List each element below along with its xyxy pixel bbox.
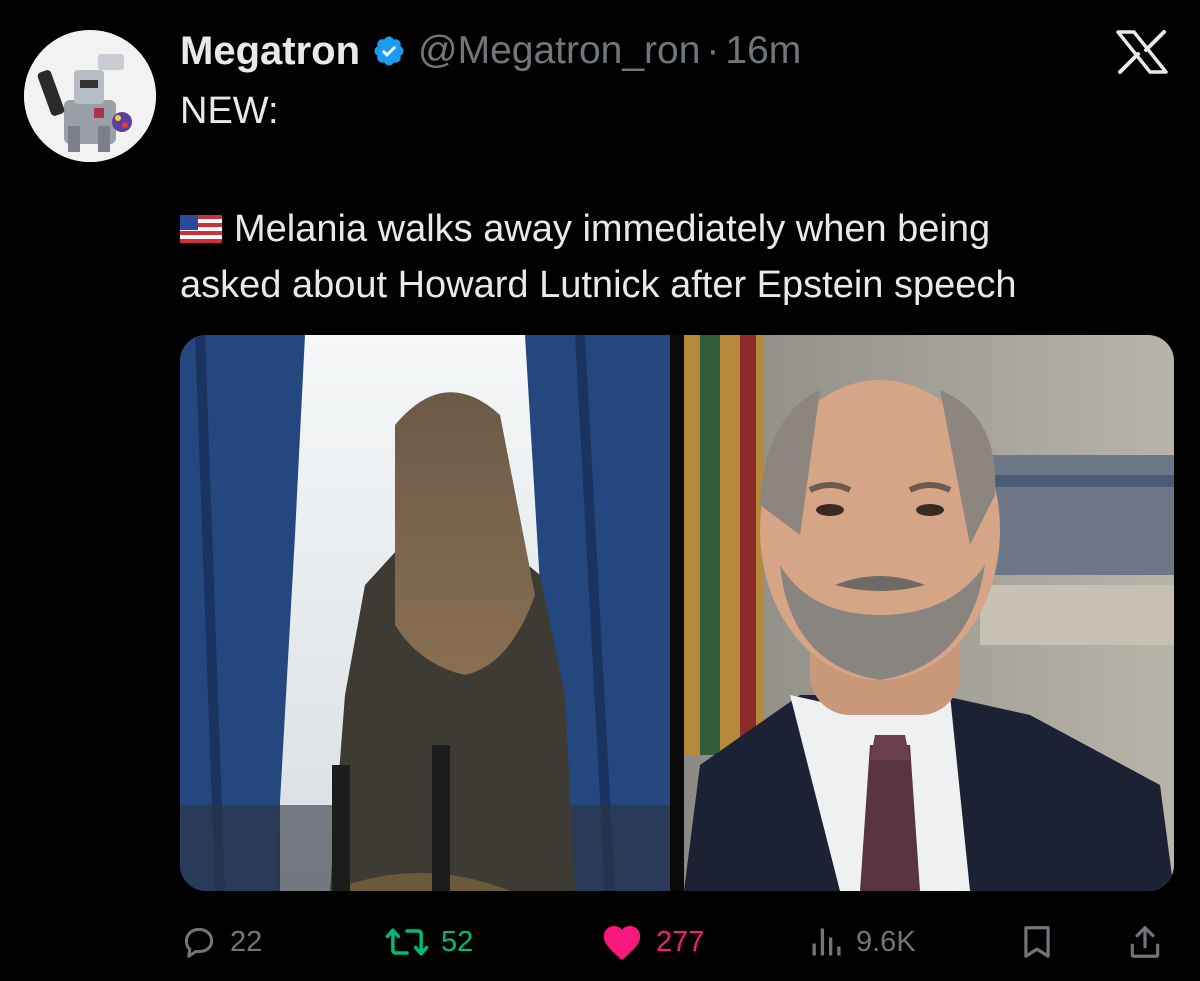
verified-badge-icon [372, 34, 406, 68]
tweet-text-line: asked about Howard Lutnick after Epstein… [180, 264, 1017, 306]
tweet-text-line: NEW: [180, 90, 279, 132]
author-display-name[interactable]: Megatron [180, 29, 360, 74]
share-button[interactable] [1126, 916, 1164, 968]
man-portrait-photo[interactable] [684, 335, 1174, 891]
author-avatar[interactable] [24, 30, 156, 162]
tweet-text-line: Melania walks away immediately when bein… [180, 206, 990, 252]
reply-count: 22 [230, 925, 263, 958]
bookmark-icon [1018, 922, 1056, 962]
views-button[interactable]: 9.6K [808, 916, 916, 968]
retweet-count: 52 [441, 925, 474, 958]
like-button[interactable]: 277 [600, 916, 704, 968]
reply-button[interactable]: 22 [180, 916, 262, 968]
like-count: 277 [656, 925, 705, 958]
megatron-avatar-image [24, 30, 156, 162]
views-count: 9.6K [856, 925, 916, 958]
reply-icon [180, 923, 218, 961]
tweet-text-content: Melania walks away immediately when bein… [234, 208, 991, 250]
analytics-bar-icon [808, 924, 844, 960]
woman-walking-away-photo[interactable] [180, 335, 670, 891]
tweet-media[interactable] [180, 335, 1174, 891]
tweet-action-bar: 22 52 277 9.6K [180, 916, 1174, 968]
author-handle[interactable]: @Megatron_ron [418, 29, 700, 73]
share-icon [1126, 922, 1164, 962]
x-logo-icon [1112, 30, 1172, 74]
heart-icon [600, 922, 644, 962]
tweet-header: Megatron @Megatron_ron · 16m [180, 26, 801, 76]
retweet-button[interactable]: 52 [385, 916, 473, 968]
tweet-timestamp[interactable]: 16m [725, 29, 801, 73]
separator-dot: · [706, 29, 720, 72]
bookmark-button[interactable] [1018, 916, 1056, 968]
retweet-icon [385, 923, 429, 961]
us-flag-icon [180, 208, 222, 243]
